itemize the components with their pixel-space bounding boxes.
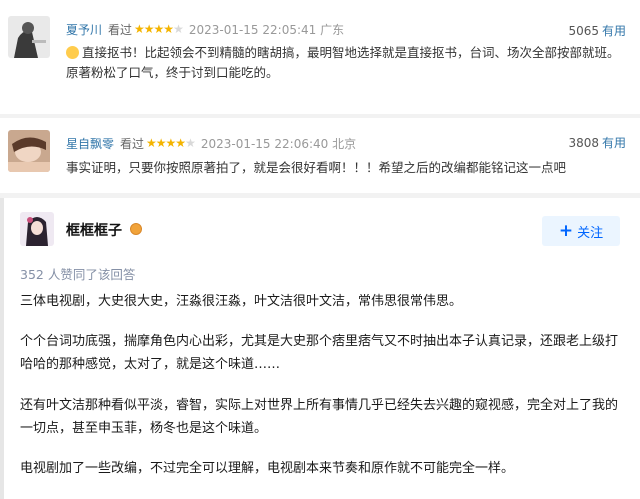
rating-stars: ★★★★★ [134,22,184,36]
badge-icon [130,223,142,235]
useful-button[interactable]: 有用 [602,136,626,150]
comment-body: 事实证明，只要你按照原著拍了，就是会很好看啊！！！希望之后的改编都能铭记这一点吧 [66,158,624,178]
avatar[interactable] [8,130,50,172]
rating-stars: ★★★★★ [146,136,196,150]
follow-button[interactable]: + 关注 [542,216,620,246]
comment-text: 直接抠书！比起领会不到精髓的瞎胡搞，最明智地选择就是直接抠书，台词、场次全部按部… [66,45,620,80]
avatar[interactable] [8,16,50,58]
comment-card: 夏予川 看过 ★★★★★ 2023-01-15 22:05:41 广东 5065… [0,0,640,114]
comment-time: 2023-01-15 22:05:41 广东 [188,22,345,37]
plus-icon: + [558,220,574,241]
watched-status: 看过 [108,22,133,37]
answer-card: 框框框子 + 关注 352 人赞同了该回答 三体电视剧，大史很大史，汪淼很汪淼，… [0,198,640,499]
answer-paragraph: 还有叶文洁那种看似平淡，睿智，实际上对世界上所有事情几乎已经失去兴趣的窥视感，完… [20,398,619,436]
upvote-count: 352 人赞同了该回答 [20,267,136,282]
follow-label: 关注 [577,225,604,241]
star-icons-on: ★★★★ [146,136,186,150]
useful-vote[interactable]: 3808 有用 [568,134,626,151]
useful-count: 3808 [568,136,599,150]
comment-body: 直接抠书！比起领会不到精髓的瞎胡搞，最明智地选择就是直接抠书，台词、场次全部按部… [66,43,624,83]
star-icons-on: ★★★★ [134,22,174,36]
star-icons-off: ★ [185,136,196,150]
thumbs-up-emoji-icon [66,46,79,59]
page: 夏予川 看过 ★★★★★ 2023-01-15 22:05:41 广东 5065… [0,0,640,499]
author-avatar[interactable] [20,212,54,246]
username-link[interactable]: 星自飘零 [66,135,114,152]
useful-count: 5065 [568,24,599,38]
answer-paragraph: 个个台词功底强，揣摩角色内心出彩，尤其是大史那个痞里痞气又不时抽出本子认真记录，… [20,334,619,372]
useful-button[interactable]: 有用 [602,24,626,38]
comment-card: 星自飘零 看过 ★★★★★ 2023-01-15 22:06:40 北京 380… [0,118,640,193]
star-icons-off: ★ [173,22,184,36]
comment-meta: 星自飘零 看过 ★★★★★ 2023-01-15 22:06:40 北京 [66,132,356,154]
comment-meta: 夏予川 看过 ★★★★★ 2023-01-15 22:05:41 广东 [66,18,344,40]
useful-vote[interactable]: 5065 有用 [568,22,626,39]
answer-paragraph: 电视剧加了一些改编，不过完全可以理解，电视剧本来节奏和原作就不可能完全一样。 [20,461,515,476]
watched-status: 看过 [120,136,145,151]
author-name[interactable]: 框框框子 [66,220,122,240]
comment-time: 2023-01-15 22:06:40 北京 [200,136,357,151]
answer-paragraph: 三体电视剧，大史很大史，汪淼很汪淼，叶文洁很叶文洁，常伟思很常伟思。 [20,294,463,309]
comment-text: 事实证明，只要你按照原著拍了，就是会很好看啊！！！希望之后的改编都能铭记这一点吧 [66,160,567,175]
username-link[interactable]: 夏予川 [66,21,102,38]
